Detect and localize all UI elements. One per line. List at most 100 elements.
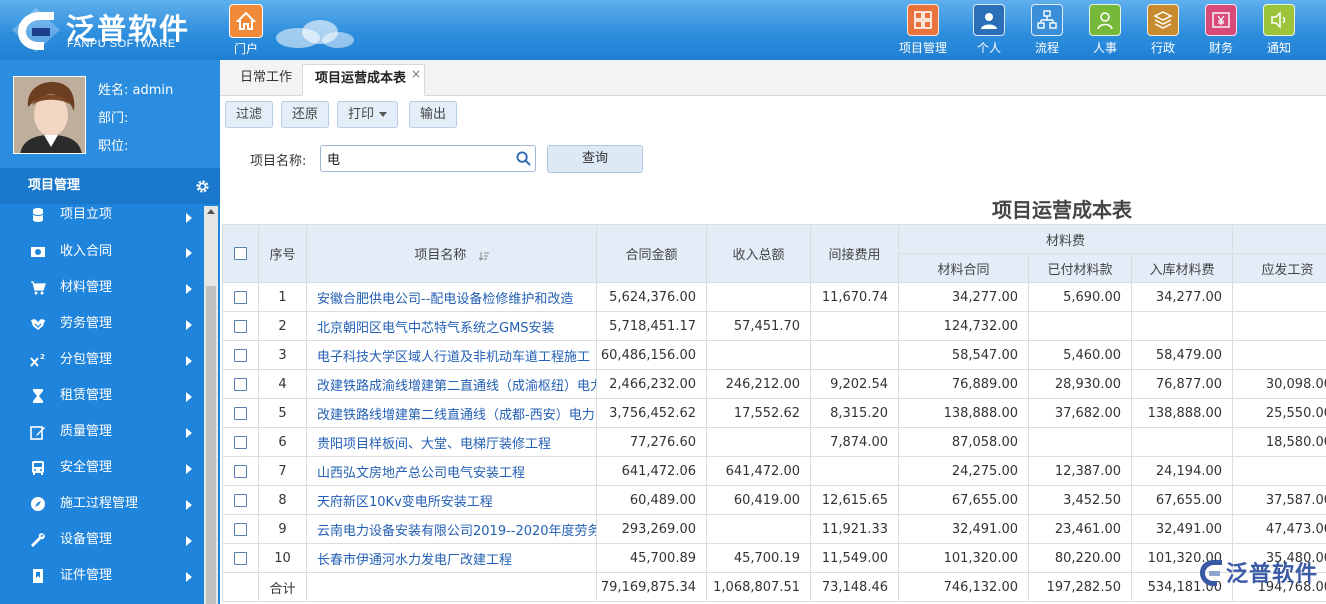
sidebar-item-material[interactable]: 材料管理 bbox=[0, 270, 204, 306]
col-header-name-label: 项目名称 bbox=[414, 248, 467, 263]
scroll-up-icon[interactable] bbox=[207, 209, 215, 214]
table-row[interactable]: 2 北京朝阳区电气中芯特气系统之GMS安装 5,718,451.17 57,451.7… bbox=[222, 311, 1326, 341]
scrollbar-thumb[interactable] bbox=[206, 286, 216, 604]
table-row[interactable]: 10 长春市伊通河水力发电厂改建工程 45,700.89 45,700.19 11,54… bbox=[222, 543, 1326, 573]
topnav-hr[interactable]: 人事 bbox=[1089, 4, 1121, 56]
report-title: 项目运营成本表 bbox=[992, 198, 1132, 222]
query-button[interactable]: 查询 bbox=[547, 145, 643, 173]
print-button[interactable]: 打印 bbox=[337, 101, 399, 128]
row-select-cell[interactable] bbox=[222, 543, 259, 573]
sidebar-section-label: 项目管理 bbox=[28, 178, 81, 193]
sidebar-item-income-contract[interactable]: 收入合同 bbox=[0, 234, 204, 270]
tab-label: 项目运营成本表 bbox=[315, 71, 407, 86]
table-row[interactable]: 1 安徽合肥供电公司--配电设备检修维护和改造 5,624,376.00 11,670… bbox=[222, 282, 1326, 312]
sidebar-item-construction-process[interactable]: 施工过程管理 bbox=[0, 486, 204, 522]
topnav-finance[interactable]: 财务 bbox=[1205, 4, 1237, 56]
select-all-cell[interactable] bbox=[222, 224, 259, 283]
cell-mat-contract: 101,320.00 bbox=[898, 543, 1029, 573]
portal-button[interactable]: 门户 bbox=[228, 4, 264, 56]
topnav-notice[interactable]: 通知 bbox=[1263, 4, 1295, 56]
cell-project-name-link[interactable]: 北京朝阳区电气中芯特气系统之GMS安装 bbox=[306, 311, 597, 341]
gear-icon[interactable] bbox=[195, 179, 210, 194]
table-row[interactable]: 7 山西弘文房地产总公司电气安装工程 641,472.06 641,472.00 24,… bbox=[222, 456, 1326, 486]
col-header-name[interactable]: 项目名称 bbox=[306, 224, 597, 283]
table-row[interactable]: 3 电子科技大学区域人行道及非机动车道工程施工 60,486,156.00 58,54… bbox=[222, 340, 1326, 370]
cell-mat-contract: 138,888.00 bbox=[898, 398, 1029, 428]
table-row[interactable]: 8 天府新区10Kv变电所安装工程 60,489.00 60,419.00 12,615… bbox=[222, 485, 1326, 515]
cell-wage bbox=[1232, 340, 1326, 370]
topnav-flow[interactable]: 流程 bbox=[1031, 4, 1063, 56]
cell-project-name-link[interactable]: 贵阳项目样板间、大堂、电梯厅装修工程 bbox=[306, 427, 597, 457]
row-checkbox[interactable] bbox=[234, 522, 247, 536]
profile-name: 姓名: admin bbox=[98, 83, 174, 98]
row-checkbox[interactable] bbox=[234, 493, 247, 507]
row-checkbox[interactable] bbox=[234, 464, 247, 478]
tab-bar: 日常工作 项目运营成本表 × bbox=[220, 60, 1326, 96]
table-row[interactable]: 5 改建铁路线增建第二线直通线（成都-西安）电力 3,756,452.62 17,55… bbox=[222, 398, 1326, 428]
total-cell-indirect: 73,148.46 bbox=[810, 572, 899, 602]
cell-project-name-link[interactable]: 安徽合肥供电公司--配电设备检修维护和改造 bbox=[306, 282, 597, 312]
tab-daily-work[interactable]: 日常工作 bbox=[228, 64, 304, 96]
sidebar-item-label: 租赁管理 bbox=[60, 388, 113, 403]
row-select-cell[interactable] bbox=[222, 369, 259, 399]
cell-mat-in: 58,479.00 bbox=[1130, 340, 1234, 370]
search-icon[interactable] bbox=[516, 151, 531, 166]
row-select-cell[interactable] bbox=[222, 514, 259, 544]
layers-icon bbox=[1147, 4, 1179, 36]
row-select-cell[interactable] bbox=[222, 311, 259, 341]
row-checkbox[interactable] bbox=[234, 435, 247, 449]
sort-icon[interactable] bbox=[478, 251, 489, 261]
row-checkbox[interactable] bbox=[234, 348, 247, 362]
sidebar-item-label: 设备管理 bbox=[60, 532, 113, 547]
chevron-right-icon bbox=[186, 428, 192, 438]
sidebar-scrollbar[interactable] bbox=[204, 206, 218, 604]
table-row[interactable]: 4 改建铁路成渝线增建第二直通线（成渝枢纽）电力 2,466,232.00 246,2… bbox=[222, 369, 1326, 399]
sidebar-item-labor[interactable]: 劳务管理 bbox=[0, 306, 204, 342]
filter-button[interactable]: 过滤 bbox=[225, 101, 274, 128]
avatar[interactable] bbox=[13, 76, 86, 154]
chevron-right-icon bbox=[186, 500, 192, 510]
sidebar-item-lease[interactable]: 租赁管理 bbox=[0, 378, 204, 414]
sidebar-item-quality[interactable]: 质量管理 bbox=[0, 414, 204, 450]
reset-button[interactable]: 还原 bbox=[281, 101, 330, 128]
sidebar-item-subcontract[interactable]: 2 分包管理 bbox=[0, 342, 204, 378]
row-checkbox[interactable] bbox=[234, 290, 247, 304]
cell-project-name-link[interactable]: 电子科技大学区域人行道及非机动车道工程施工 bbox=[306, 340, 597, 370]
row-select-cell[interactable] bbox=[222, 485, 259, 515]
sidebar-item-equipment[interactable]: 设备管理 bbox=[0, 522, 204, 558]
sidebar-item-project-setup[interactable]: 项目立项 bbox=[0, 204, 204, 234]
project-name-input[interactable] bbox=[320, 145, 536, 172]
tab-project-cost-report[interactable]: 项目运营成本表 × bbox=[302, 64, 426, 96]
sidebar-item-certificate[interactable]: 证件管理 bbox=[0, 558, 204, 594]
cell-indirect: 7,874.00 bbox=[810, 427, 899, 457]
row-checkbox[interactable] bbox=[234, 551, 247, 565]
export-button[interactable]: 输出 bbox=[409, 101, 458, 128]
cell-project-name-link[interactable]: 天府新区10Kv变电所安装工程 bbox=[306, 485, 597, 515]
table-row[interactable]: 6 贵阳项目样板间、大堂、电梯厅装修工程 77,276.60 7,874.00 87,0… bbox=[222, 427, 1326, 457]
sidebar-item-safety[interactable]: 安全管理 bbox=[0, 450, 204, 486]
chevron-down-icon bbox=[379, 112, 388, 117]
cell-project-name-link[interactable]: 改建铁路线增建第二线直通线（成都-西安）电力 bbox=[306, 398, 597, 428]
cell-project-name-link[interactable]: 长春市伊通河水力发电厂改建工程 bbox=[306, 543, 597, 573]
topnav-project[interactable]: 项目管理 bbox=[899, 4, 947, 56]
row-select-cell[interactable] bbox=[222, 340, 259, 370]
row-checkbox[interactable] bbox=[234, 406, 247, 420]
row-select-cell[interactable] bbox=[222, 282, 259, 312]
row-select-cell[interactable] bbox=[222, 398, 259, 428]
close-icon[interactable]: × bbox=[411, 60, 421, 88]
topnav-personal[interactable]: 个人 bbox=[973, 4, 1005, 56]
row-select-cell[interactable] bbox=[222, 427, 259, 457]
row-checkbox[interactable] bbox=[234, 377, 247, 391]
sidebar-section-title[interactable]: 项目管理 bbox=[0, 168, 220, 204]
cell-project-name-link[interactable]: 云南电力设备安装有限公司2019--2020年度劳务分 bbox=[306, 514, 597, 544]
watermark-text: 泛普软件 bbox=[1226, 562, 1319, 587]
brand-logo[interactable]: 泛普软件 FANPU SOFTWARE bbox=[10, 4, 215, 56]
cell-project-name-link[interactable]: 山西弘文房地产总公司电气安装工程 bbox=[306, 456, 597, 486]
row-checkbox[interactable] bbox=[234, 319, 247, 333]
row-select-cell[interactable] bbox=[222, 456, 259, 486]
topnav-admin[interactable]: 行政 bbox=[1147, 4, 1179, 56]
cell-project-name-link[interactable]: 改建铁路成渝线增建第二直通线（成渝枢纽）电力 bbox=[306, 369, 597, 399]
cell-income: 60,419.00 bbox=[706, 485, 811, 515]
select-all-checkbox[interactable] bbox=[234, 247, 247, 260]
table-row[interactable]: 9 云南电力设备安装有限公司2019--2020年度劳务分 293,269.00 11… bbox=[222, 514, 1326, 544]
